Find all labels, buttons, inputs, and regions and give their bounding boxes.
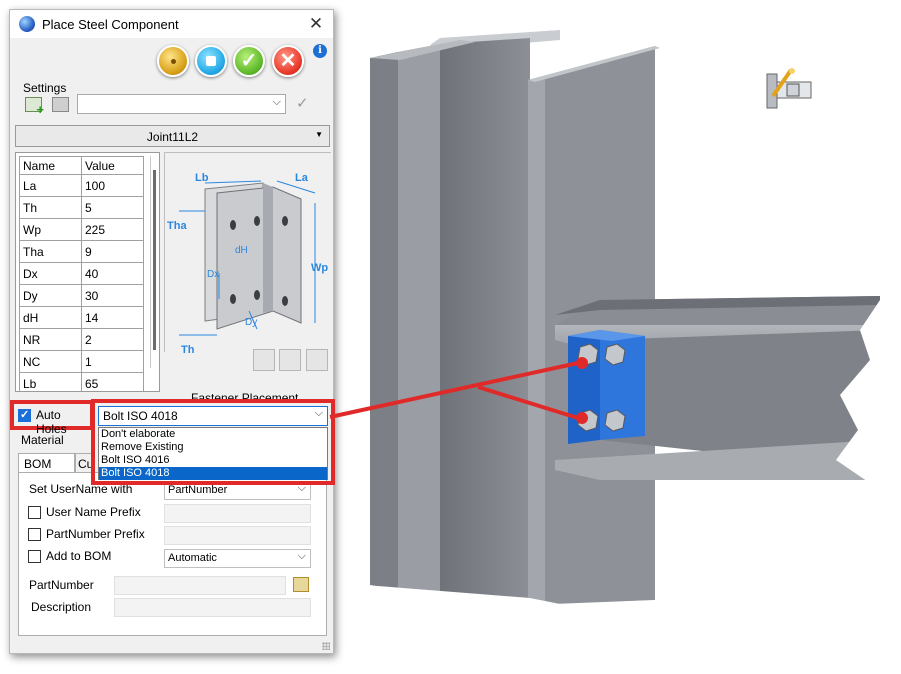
callout-dot bbox=[576, 357, 588, 369]
callout-dot bbox=[576, 412, 588, 424]
steel-connection-icon bbox=[766, 68, 812, 109]
